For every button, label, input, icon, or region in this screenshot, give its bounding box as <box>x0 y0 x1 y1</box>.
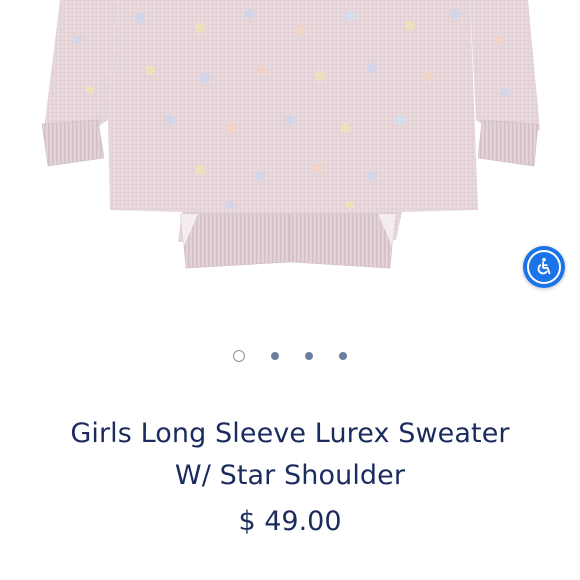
wheelchair-icon <box>537 257 551 275</box>
product-page: Girls Long Sleeve Lurex Sweater W/ Star … <box>0 0 580 580</box>
product-image[interactable] <box>0 0 580 300</box>
product-title-line-2: W/ Star Shoulder <box>174 460 406 491</box>
product-price: $ 49.00 <box>238 506 342 537</box>
product-title: Girls Long Sleeve Lurex Sweater W/ Star … <box>0 413 580 497</box>
carousel-dot-4[interactable] <box>339 352 347 360</box>
product-title-line-1: Girls Long Sleeve Lurex Sweater <box>70 418 510 449</box>
accessibility-button[interactable] <box>523 246 565 288</box>
carousel-dot-2[interactable] <box>271 352 279 360</box>
carousel-dot-1[interactable] <box>233 350 245 362</box>
carousel-pagination <box>0 348 580 364</box>
sweater-illustration <box>41 0 540 269</box>
carousel-dot-3[interactable] <box>305 352 313 360</box>
